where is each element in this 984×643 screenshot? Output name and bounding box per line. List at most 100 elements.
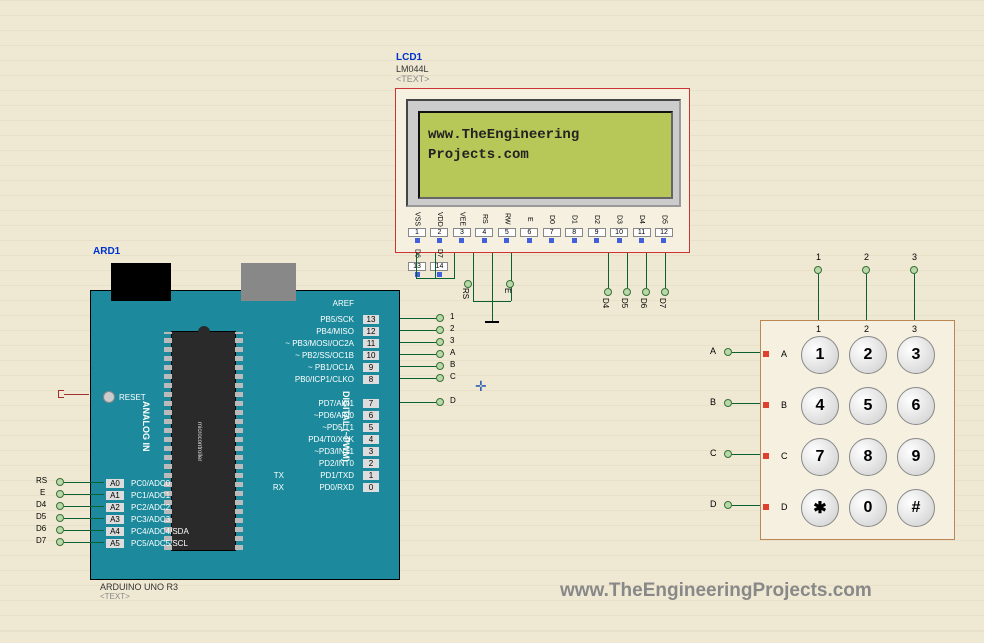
lcd-pin[interactable]: 11 <box>633 228 651 237</box>
wire <box>732 352 760 353</box>
wire <box>866 274 867 320</box>
terminal[interactable] <box>604 288 612 296</box>
pin-num[interactable]: A0 <box>106 479 124 488</box>
keypad-key-star[interactable]: ✱ <box>801 489 839 527</box>
lcd-pin[interactable]: 7 <box>543 228 561 237</box>
terminal[interactable] <box>642 288 650 296</box>
terminal[interactable] <box>436 338 444 346</box>
pin-num[interactable]: 6 <box>363 411 379 420</box>
terminal[interactable] <box>623 288 631 296</box>
arduino-power-jack <box>241 263 296 301</box>
wire <box>64 482 104 483</box>
keypad-key-9[interactable]: 9 <box>897 438 935 476</box>
net-label: C <box>450 372 456 381</box>
pin-num[interactable]: 2 <box>363 459 379 468</box>
lcd-pin[interactable]: 9 <box>588 228 606 237</box>
pin-label: PD0/RXD <box>319 483 354 492</box>
keypad-key-2[interactable]: 2 <box>849 336 887 374</box>
arduino-board[interactable]: microcontroller RESET AREF ANALOG IN DIG… <box>90 290 400 580</box>
keypad-key-8[interactable]: 8 <box>849 438 887 476</box>
terminal[interactable] <box>436 362 444 370</box>
terminal[interactable] <box>910 266 918 274</box>
pin-num[interactable]: 8 <box>363 375 379 384</box>
lcd-component[interactable]: www.TheEngineering Projects.com VSS1 VDD… <box>395 88 690 253</box>
pin-num[interactable]: 5 <box>363 423 379 432</box>
lcd-pin[interactable]: 6 <box>520 228 538 237</box>
terminal[interactable] <box>862 266 870 274</box>
keypad-pin[interactable] <box>763 402 769 408</box>
lcd-pin[interactable]: 4 <box>475 228 493 237</box>
pin-num[interactable]: 4 <box>363 435 379 444</box>
keypad-component[interactable]: 1 2 3 A B C D 1 2 3 4 5 6 7 8 9 ✱ 0 # <box>760 320 955 540</box>
terminal[interactable] <box>464 280 472 288</box>
keypad-pin[interactable] <box>763 351 769 357</box>
pin-num[interactable]: 13 <box>363 315 379 324</box>
pin-num[interactable]: 9 <box>363 363 379 372</box>
keypad-row-label: A <box>781 349 787 359</box>
terminal[interactable] <box>56 478 64 486</box>
terminal[interactable] <box>724 399 732 407</box>
lcd-pin[interactable]: 10 <box>610 228 628 237</box>
keypad-row-label: B <box>781 400 787 410</box>
net-label: D7 <box>36 536 46 545</box>
lcd-pin[interactable]: 2 <box>430 228 448 237</box>
pin-num[interactable]: 7 <box>363 399 379 408</box>
keypad-key-5[interactable]: 5 <box>849 387 887 425</box>
wire <box>454 253 455 278</box>
keypad-col-label: 3 <box>912 324 917 334</box>
terminal[interactable] <box>724 348 732 356</box>
keypad-key-6[interactable]: 6 <box>897 387 935 425</box>
lcd-pin[interactable]: 12 <box>655 228 673 237</box>
lcd-pin[interactable]: 13 <box>408 262 426 271</box>
lcd-text-line: Projects.com <box>428 145 663 165</box>
keypad-pin[interactable] <box>763 504 769 510</box>
pin-num[interactable]: 0 <box>363 483 379 492</box>
terminal[interactable] <box>56 526 64 534</box>
lcd-pin[interactable]: 1 <box>408 228 426 237</box>
lcd-pin[interactable]: 14 <box>430 262 448 271</box>
pin-label: PD4/T0/XCK <box>308 435 354 444</box>
pin-num[interactable]: A1 <box>106 491 124 500</box>
keypad-key-7[interactable]: 7 <box>801 438 839 476</box>
wire <box>400 330 436 331</box>
terminal[interactable] <box>724 501 732 509</box>
keypad-key-1[interactable]: 1 <box>801 336 839 374</box>
lcd-pin[interactable]: 5 <box>498 228 516 237</box>
keypad-key-3[interactable]: 3 <box>897 336 935 374</box>
terminal[interactable] <box>436 350 444 358</box>
keypad-key-0[interactable]: 0 <box>849 489 887 527</box>
net-label: D7 <box>658 298 667 308</box>
pin-num[interactable]: A5 <box>106 539 124 548</box>
keypad-key-4[interactable]: 4 <box>801 387 839 425</box>
pin-num[interactable]: A3 <box>106 515 124 524</box>
terminal[interactable] <box>436 326 444 334</box>
lcd-pin[interactable]: 8 <box>565 228 583 237</box>
terminal[interactable] <box>56 502 64 510</box>
terminal[interactable] <box>436 314 444 322</box>
pin-num[interactable]: A4 <box>106 527 124 536</box>
pin-num[interactable]: 11 <box>363 339 379 348</box>
net-label: D <box>710 499 717 509</box>
keypad-key-hash[interactable]: # <box>897 489 935 527</box>
pin-num[interactable]: 1 <box>363 471 379 480</box>
pin-num[interactable]: 10 <box>363 351 379 360</box>
pin-num[interactable]: 3 <box>363 447 379 456</box>
terminal[interactable] <box>724 450 732 458</box>
keypad-pin[interactable] <box>763 453 769 459</box>
pin-num[interactable]: 12 <box>363 327 379 336</box>
terminal[interactable] <box>506 280 514 288</box>
wire <box>416 253 417 278</box>
terminal[interactable] <box>661 288 669 296</box>
terminal[interactable] <box>814 266 822 274</box>
terminal[interactable] <box>436 398 444 406</box>
tx-label: TX <box>274 471 284 480</box>
terminal[interactable] <box>56 538 64 546</box>
pin-num[interactable]: A2 <box>106 503 124 512</box>
reset-button[interactable] <box>103 391 115 403</box>
keypad-row-label: C <box>781 451 788 461</box>
lcd-pin[interactable]: 3 <box>453 228 471 237</box>
terminal[interactable] <box>56 514 64 522</box>
terminal[interactable] <box>436 374 444 382</box>
wire <box>400 402 436 403</box>
terminal[interactable] <box>56 490 64 498</box>
